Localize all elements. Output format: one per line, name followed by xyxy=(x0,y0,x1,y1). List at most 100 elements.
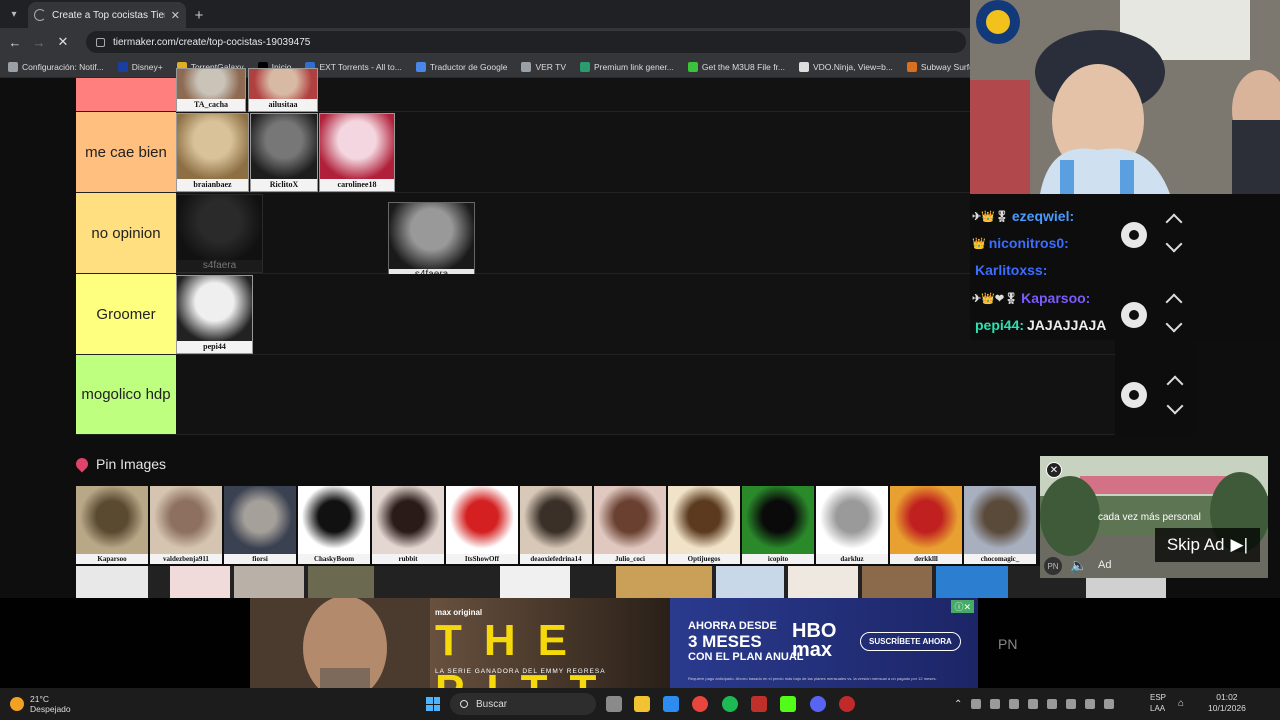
browser-tab-active[interactable]: Create a Top cocistas Tier List ✕ xyxy=(28,2,186,28)
tier-label[interactable]: mogolico hdp xyxy=(76,355,176,434)
taskbar-search[interactable]: Buscar xyxy=(450,693,596,715)
tier-item-card[interactable]: TA_cacha xyxy=(176,68,246,112)
language-indicator[interactable]: ESP LAA xyxy=(1150,692,1166,714)
settings-gear-icon[interactable] xyxy=(1121,222,1147,248)
tier-label[interactable] xyxy=(76,78,176,111)
chevron-down-icon[interactable] xyxy=(1165,235,1183,253)
tray-app-icon[interactable] xyxy=(1009,699,1020,709)
tier-label[interactable]: no opinion xyxy=(76,193,176,273)
bookmark-item[interactable]: Traductor de Google xyxy=(415,61,507,72)
microphone-icon[interactable] xyxy=(1104,699,1115,709)
new-tab-button[interactable]: + xyxy=(186,2,212,28)
vivo-app-icon[interactable] xyxy=(751,696,767,712)
chrome-icon[interactable] xyxy=(692,696,708,712)
spotify-icon[interactable] xyxy=(722,696,738,712)
subscribe-button[interactable]: SUSCRÍBETE AHORA xyxy=(860,632,961,651)
discord-tray-icon[interactable] xyxy=(990,699,1001,709)
tier-item-card[interactable]: ailusitaa xyxy=(248,68,318,112)
banner-ad[interactable]: max original THE PITT LA SERIE GANADORA … xyxy=(250,598,978,688)
tier-item-caption: TA_cacha xyxy=(193,100,229,109)
promo-big: 3 MESES xyxy=(688,632,762,651)
site-info-icon[interactable] xyxy=(96,37,105,47)
chat-username[interactable]: Karlitoxss: xyxy=(975,262,1047,278)
pin-image-card[interactable]: fiorsi xyxy=(224,486,296,564)
discord-icon[interactable] xyxy=(810,696,826,712)
photos-icon[interactable] xyxy=(663,696,679,712)
ad-info-icon[interactable]: ⓘ✕ xyxy=(951,600,974,613)
bookmark-item[interactable]: Configuración: Notif... xyxy=(8,61,104,72)
tray-app-icon[interactable] xyxy=(1028,699,1039,709)
banner-ad-artwork: max original THE PITT LA SERIE GANADORA … xyxy=(250,598,670,688)
tier-label[interactable]: Groomer xyxy=(76,274,176,354)
steam-tray-icon[interactable] xyxy=(1047,699,1058,709)
bookmark-item[interactable]: Premium link gener... xyxy=(580,61,674,72)
pin-image-card[interactable]: Kaparsoo xyxy=(76,486,148,564)
pin-image-card[interactable]: rubbit xyxy=(372,486,444,564)
network-icon[interactable]: ⌂ xyxy=(1178,698,1184,709)
tier-item-card[interactable]: RiclitoX xyxy=(250,113,318,192)
tier-label[interactable]: me cae bien xyxy=(76,112,176,192)
clock[interactable]: 01:02 10/1/2026 xyxy=(1208,692,1246,714)
pin-image-card[interactable]: derkklll xyxy=(890,486,962,564)
chevron-down-icon[interactable] xyxy=(1165,315,1183,333)
pin-image-card[interactable]: deaoxiefedrina14 xyxy=(520,486,592,564)
bookmark-item[interactable]: EXT Torrents - All to... xyxy=(305,61,402,72)
tier-item-card[interactable]: s4faera xyxy=(176,194,263,273)
obs-icon[interactable] xyxy=(839,696,855,712)
pin-image-card[interactable]: chocomagic_ xyxy=(964,486,1036,564)
chevron-up-icon[interactable] xyxy=(1165,213,1183,231)
tab-close-button[interactable]: ✕ xyxy=(171,9,180,22)
chevron-up-icon[interactable] xyxy=(1165,293,1183,311)
mute-speaker-icon[interactable]: 🔈 xyxy=(1070,557,1087,574)
pin-image-card[interactable]: ChaskyBoom xyxy=(298,486,370,564)
tray-app-icon[interactable] xyxy=(971,699,982,709)
bookmark-item[interactable]: VDO.Ninja, View=b... xyxy=(799,61,893,72)
chat-controls xyxy=(1115,340,1195,435)
pin-image-caption: Julio_coci xyxy=(615,555,645,563)
tier-item-card[interactable]: s4faera xyxy=(388,202,475,282)
stop-loading-icon[interactable]: ✕ xyxy=(54,34,72,50)
vdo-ninja-icon xyxy=(799,61,809,72)
pin-image-caption: valdezbenja911 xyxy=(163,555,209,563)
banner-promo: AHORRA DESDE 3 MESES CON EL PLAN ANUAL xyxy=(688,620,804,664)
windows-start-icon[interactable] xyxy=(426,697,440,711)
chat-username[interactable]: pepi44: xyxy=(975,317,1024,333)
bookmark-item[interactable]: VER TV xyxy=(521,61,566,72)
chat-username[interactable]: niconitros0: xyxy=(989,235,1069,251)
pin-icon xyxy=(73,455,91,473)
chevron-up-icon[interactable] xyxy=(1166,375,1184,393)
bookmark-label: Get the M3U8 File fr... xyxy=(701,61,785,72)
tab-list-button[interactable]: ▾ xyxy=(0,0,28,28)
pin-image-card[interactable]: Julio_coci xyxy=(594,486,666,564)
ad-close-button[interactable]: ✕ xyxy=(1046,462,1062,478)
tier-item-card[interactable]: carolinee18 xyxy=(319,113,395,192)
skip-ad-button[interactable]: Skip Ad ▶| xyxy=(1154,528,1260,562)
address-bar[interactable]: tiermaker.com/create/top-cocistas-190394… xyxy=(86,31,966,53)
back-arrow-icon[interactable]: ← xyxy=(6,35,24,50)
avatar-image xyxy=(177,195,262,260)
weather-widget[interactable]: 21°C Despejado xyxy=(0,694,200,714)
tier-item-card[interactable]: braianbaez xyxy=(176,113,249,192)
pin-images-header: Pin Images xyxy=(73,455,166,473)
tray-app-icon[interactable] xyxy=(1085,699,1096,709)
file-explorer-icon[interactable] xyxy=(634,696,650,712)
pin-image-card[interactable]: ItsShowOff xyxy=(446,486,518,564)
chevron-up-tray-icon[interactable]: ⌃ xyxy=(954,699,962,710)
settings-gear-icon[interactable] xyxy=(1121,302,1147,328)
pin-image-card[interactable]: darkluz xyxy=(816,486,888,564)
chat-username[interactable]: ezeqwiel: xyxy=(1012,208,1074,224)
bookmark-item[interactable]: Disney+ xyxy=(117,61,163,72)
tier-item-card[interactable]: pepi44 xyxy=(176,275,253,354)
settings-gear-icon[interactable] xyxy=(1121,382,1147,408)
folder-icon xyxy=(521,61,532,72)
pin-image-card[interactable]: icopito xyxy=(742,486,814,564)
pin-image-card[interactable]: Optijuegos xyxy=(668,486,740,564)
kick-icon[interactable] xyxy=(780,696,796,712)
pin-image-card[interactable]: valdezbenja911 xyxy=(150,486,222,564)
task-view-icon[interactable] xyxy=(606,696,622,712)
chevron-down-icon[interactable] xyxy=(1166,397,1184,415)
tray-app-icon[interactable] xyxy=(1066,699,1077,709)
forward-arrow-icon[interactable]: → xyxy=(30,35,48,50)
chat-username[interactable]: Kaparsoo: xyxy=(1021,290,1090,306)
bookmark-item[interactable]: Get the M3U8 File fr... xyxy=(687,61,785,72)
